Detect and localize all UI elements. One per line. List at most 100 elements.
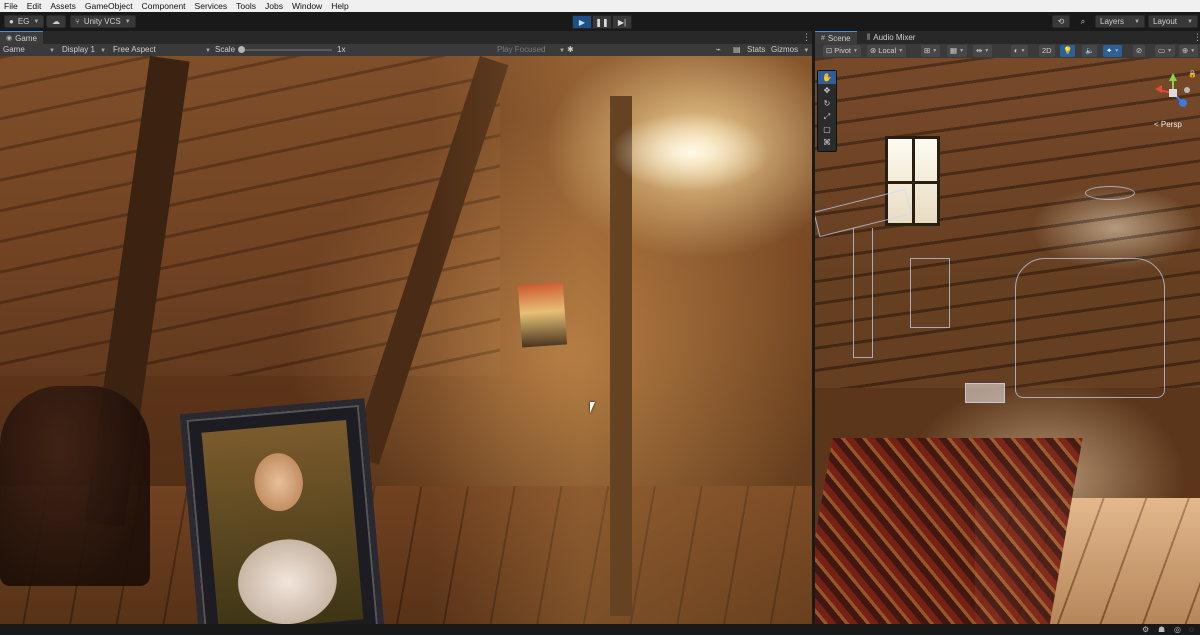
- progress-icon[interactable]: ◌: [1189, 625, 1194, 634]
- scene-visibility-toggle[interactable]: ⊘: [1133, 45, 1146, 57]
- play-focused-dropdown[interactable]: Play Focused: [497, 44, 545, 56]
- transform-tool-icon[interactable]: ⌘: [818, 136, 836, 149]
- chevron-down-icon: ▼: [932, 48, 938, 54]
- pause-button[interactable]: ❚❚: [592, 15, 612, 29]
- menu-jobs[interactable]: Jobs: [265, 0, 283, 12]
- projection-label[interactable]: < Persp: [1154, 120, 1182, 129]
- more-options-icon[interactable]: ⋮: [802, 32, 811, 43]
- chevron-down-icon: ▼: [1167, 48, 1173, 54]
- menu-gameobject[interactable]: GameObject: [85, 0, 133, 12]
- audio-toggle[interactable]: 🔈: [1082, 45, 1098, 57]
- pivot-label: Pivot: [834, 46, 851, 55]
- cloud-button[interactable]: ☁: [46, 15, 66, 28]
- audio-mixer-icon: ⫼: [867, 33, 871, 41]
- display-dropdown[interactable]: Display 1 ▼: [62, 44, 106, 56]
- aspect-dropdown[interactable]: Free Aspect: [113, 44, 156, 56]
- scale-slider-track[interactable]: [240, 49, 332, 51]
- menu-help[interactable]: Help: [331, 0, 348, 12]
- shading-icon: ◐: [1014, 46, 1019, 55]
- lighting-toggle[interactable]: 💡: [1060, 45, 1076, 57]
- collab-icon[interactable]: ☗: [1158, 625, 1165, 634]
- more-options-icon[interactable]: ⋮: [1193, 32, 1200, 43]
- toggle-2d-label: 2D: [1042, 46, 1052, 55]
- aspect-caret[interactable]: ▼: [202, 44, 211, 56]
- chevron-down-icon: ▼: [100, 48, 107, 54]
- gamepad-icon: ◉: [6, 35, 13, 42]
- chevron-down-icon: ▼: [852, 48, 858, 54]
- book-wireframe: [965, 383, 1005, 403]
- layers-label: Layers: [1100, 17, 1125, 26]
- stats-toggle-icon[interactable]: ▤: [733, 44, 741, 56]
- scale-value: 1x: [337, 45, 346, 54]
- menu-services[interactable]: Services: [195, 0, 228, 12]
- game-mode-label: Game: [3, 45, 25, 54]
- step-button[interactable]: ▶|: [612, 15, 632, 29]
- audio-mute-icon[interactable]: ⌁: [716, 44, 721, 56]
- history-button[interactable]: ⟲: [1052, 15, 1070, 28]
- chevron-down-icon: ▼: [205, 48, 211, 54]
- stats-button[interactable]: Stats: [747, 44, 765, 56]
- game-mode-dropdown[interactable]: Game: [3, 44, 25, 56]
- play-button[interactable]: ▶: [572, 15, 592, 29]
- status-bar: ⚙ ☗ ◎ ◌: [0, 624, 1200, 635]
- speaker-icon: 🔈: [1085, 46, 1095, 55]
- step-icon: ▶|: [617, 17, 627, 27]
- game-viewport[interactable]: [0, 56, 812, 624]
- toggle-2d-button[interactable]: 2D: [1039, 45, 1055, 57]
- scale-tool-icon[interactable]: ⤢: [818, 110, 836, 123]
- layout-dropdown[interactable]: Layout ▼: [1148, 15, 1198, 28]
- menu-window[interactable]: Window: [292, 0, 322, 12]
- eye-slash-icon: ⊘: [1136, 46, 1143, 55]
- play-focused-caret[interactable]: ▼: [556, 44, 565, 56]
- rect-tool-icon[interactable]: ▢: [818, 123, 836, 136]
- gizmos-dropdown[interactable]: ⊕ ▼: [1179, 45, 1199, 57]
- view-options-button[interactable]: ⊞ ▼: [921, 45, 941, 57]
- effects-dropdown[interactable]: ✦ ▼: [1103, 45, 1123, 57]
- vcs-dropdown[interactable]: ⑂ Unity VCS ▼: [70, 15, 136, 28]
- increment-snap-button[interactable]: ⇹ ▼: [973, 45, 993, 57]
- globe-icon[interactable]: ◎: [1174, 625, 1181, 634]
- vcs-label: Unity VCS: [83, 17, 121, 26]
- settings-icon[interactable]: ⚙: [1142, 625, 1149, 634]
- search-button[interactable]: ⌕: [1074, 15, 1092, 28]
- menu-assets[interactable]: Assets: [50, 0, 76, 12]
- portrait-painting: [201, 420, 364, 624]
- pivot-dropdown[interactable]: ⊡ Pivot ▼: [823, 45, 861, 57]
- mouse-cursor-icon: [590, 402, 599, 413]
- menu-component[interactable]: Component: [142, 0, 186, 12]
- move-tool-icon[interactable]: ✥: [818, 84, 836, 97]
- tab-game[interactable]: ◉ Game: [0, 31, 43, 44]
- tripod-wireframe: [853, 228, 873, 358]
- layers-dropdown[interactable]: Layers ▼: [1095, 15, 1145, 28]
- aspect-label: Free Aspect: [113, 45, 156, 54]
- chevron-down-icon: ▼: [1134, 18, 1140, 25]
- gizmos-button[interactable]: Gizmos ▼: [771, 44, 809, 56]
- grid-icon: #: [821, 34, 825, 42]
- portrait-frame: [179, 398, 386, 624]
- hand-tool-icon[interactable]: ✋: [818, 71, 836, 84]
- scale-slider-handle[interactable]: [238, 46, 245, 53]
- tab-audio-label: Audio Mixer: [873, 33, 916, 42]
- local-label: Local: [878, 46, 897, 55]
- grid-snap-button[interactable]: ▦ ▼: [947, 45, 968, 57]
- persian-rug: [815, 438, 1083, 624]
- menu-file[interactable]: File: [4, 0, 18, 12]
- local-dropdown[interactable]: ⊛ Local ▼: [867, 45, 907, 57]
- pivot-icon: ⊡: [826, 46, 833, 55]
- scene-viewport[interactable]: [815, 58, 1200, 624]
- bug-icon[interactable]: ✱: [567, 44, 574, 56]
- rotate-tool-icon[interactable]: ↻: [818, 97, 836, 110]
- tab-scene[interactable]: # Scene: [815, 31, 857, 44]
- game-mode-caret[interactable]: ▼: [46, 44, 55, 56]
- camera-settings-button[interactable]: ▭ ▼: [1155, 45, 1176, 57]
- tab-audio-mixer[interactable]: ⫼ Audio Mixer: [861, 31, 921, 44]
- shading-mode-button[interactable]: ◐ ▼: [1011, 45, 1029, 57]
- menu-tools[interactable]: Tools: [236, 0, 256, 12]
- chevron-down-icon: ▼: [959, 48, 965, 54]
- lock-icon[interactable]: 🔒: [1188, 70, 1197, 78]
- menu-edit[interactable]: Edit: [27, 0, 42, 12]
- armchair: [0, 386, 150, 586]
- tab-game-label: Game: [15, 33, 37, 43]
- cloud-icon: ☁: [52, 17, 60, 26]
- account-dropdown[interactable]: ● EG ▼: [4, 15, 45, 28]
